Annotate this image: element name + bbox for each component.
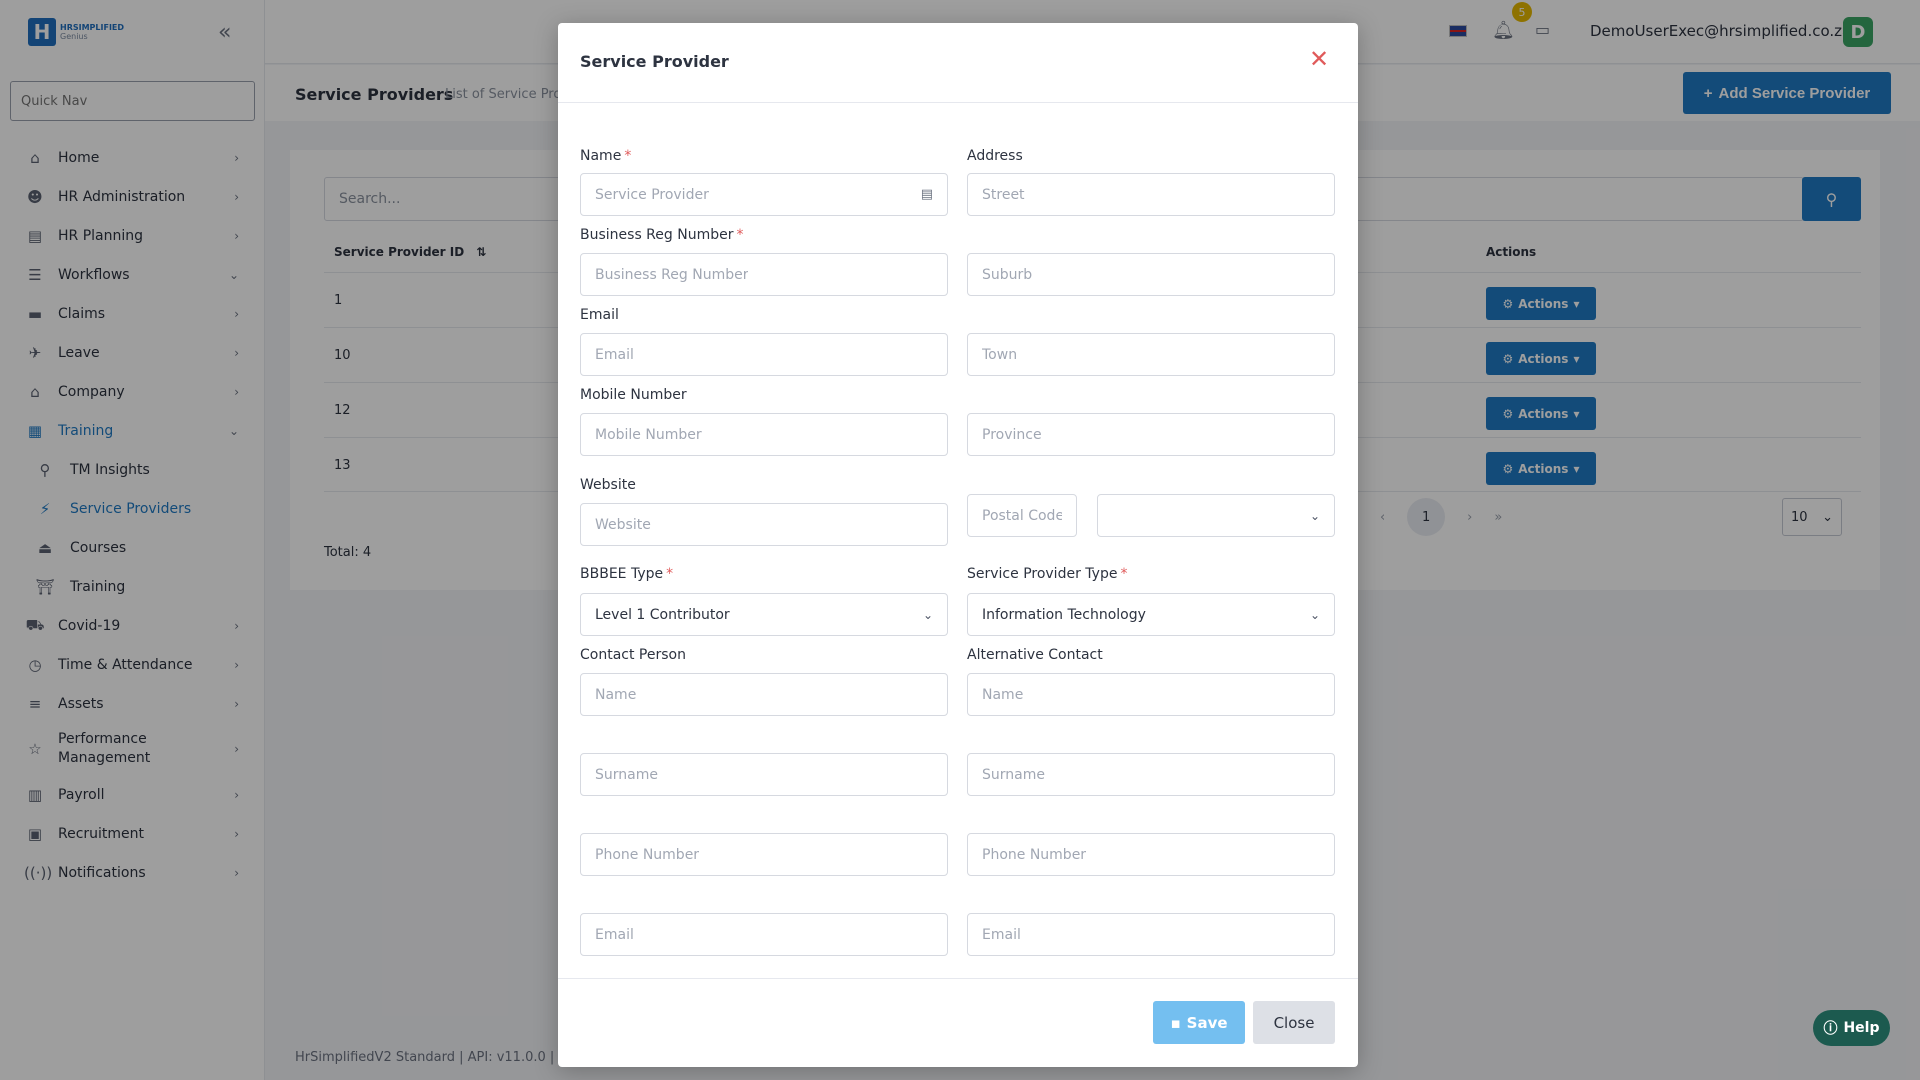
alt-contact-surname-input[interactable]: Surname [967, 753, 1335, 796]
email-input[interactable]: Email [580, 333, 948, 376]
sp-type-select[interactable]: Information Technology ⌄ [967, 593, 1335, 636]
contact-person-label: Contact Person [580, 647, 686, 663]
contact-name-input[interactable]: Name [580, 673, 948, 716]
save-button[interactable]: ▪ Save [1153, 1001, 1245, 1044]
alt-contact-phone-input[interactable]: Phone Number [967, 833, 1335, 876]
modal-title: Service Provider [580, 52, 729, 71]
business-reg-label: Business Reg Number * [580, 227, 744, 243]
website-label: Website [580, 477, 636, 493]
modal-header: Service Provider ✕ [558, 23, 1358, 103]
id-card-icon: ▤ [920, 187, 933, 202]
alt-contact-label: Alternative Contact [967, 647, 1103, 663]
close-icon[interactable]: ✕ [1309, 47, 1329, 71]
service-provider-modal: Service Provider ✕ Name * Service Provide… [558, 23, 1358, 1067]
close-button[interactable]: Close [1253, 1001, 1335, 1044]
postal-code-input[interactable]: Postal Code [967, 494, 1077, 537]
suburb-input[interactable]: Suburb [967, 253, 1335, 296]
email-label: Email [580, 307, 619, 323]
contact-email-input[interactable]: Email [580, 913, 948, 956]
province-input[interactable]: Province [967, 413, 1335, 456]
alt-contact-name-input[interactable]: Name [967, 673, 1335, 716]
website-input[interactable]: Website [580, 503, 948, 546]
chevron-down-icon: ⌄ [1309, 508, 1320, 523]
business-reg-input[interactable]: Business Reg Number [580, 253, 948, 296]
chevron-down-icon: ⌄ [922, 607, 933, 622]
name-input[interactable]: Service Provider ▤ [580, 173, 948, 216]
alt-contact-email-input[interactable]: Email [967, 913, 1335, 956]
name-label: Name * [580, 148, 632, 164]
contact-phone-input[interactable]: Phone Number [580, 833, 948, 876]
town-input[interactable]: Town [967, 333, 1335, 376]
country-select[interactable]: ⌄ [1097, 494, 1335, 537]
contact-surname-input[interactable]: Surname [580, 753, 948, 796]
question-circle-icon: ⓘ [1823, 1021, 1838, 1037]
mobile-label: Mobile Number [580, 387, 687, 403]
bbbee-type-label: BBBEE Type * [580, 566, 674, 582]
address-label: Address [967, 148, 1023, 164]
floppy-disk-icon: ▪ [1170, 1013, 1181, 1032]
chevron-down-icon: ⌄ [1309, 607, 1320, 622]
mobile-input[interactable]: Mobile Number [580, 413, 948, 456]
street-input[interactable]: Street [967, 173, 1335, 216]
sp-type-label: Service Provider Type * [967, 566, 1128, 582]
help-button[interactable]: ⓘ Help [1813, 1010, 1890, 1046]
bbbee-type-select[interactable]: Level 1 Contributor ⌄ [580, 593, 948, 636]
